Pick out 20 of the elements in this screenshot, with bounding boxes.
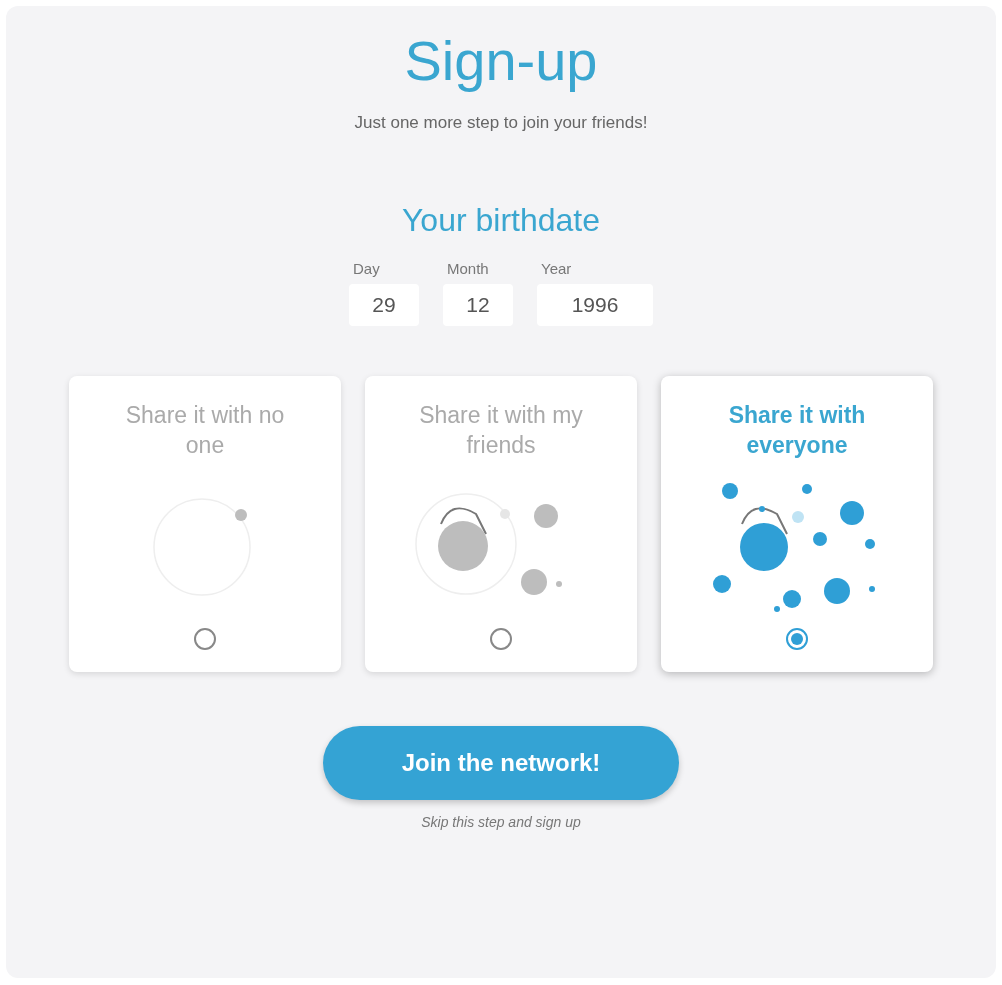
field-label: Day xyxy=(353,258,380,279)
radio-button[interactable] xyxy=(786,628,808,650)
subtitle: Just one more step to join your friends! xyxy=(354,112,648,134)
option-title: Share it with my friends xyxy=(418,401,584,460)
skip-link[interactable]: Skip this step and sign up xyxy=(421,812,581,833)
share-option-card[interactable]: Share it with no one xyxy=(69,376,341,672)
radio-button[interactable] xyxy=(490,628,512,650)
share-option-card[interactable]: Share it with my friends xyxy=(365,376,637,672)
date-field[interactable]: 12 xyxy=(443,284,513,326)
join-button[interactable]: Join the network! xyxy=(323,726,679,800)
share-option-card[interactable]: Share it with everyone xyxy=(661,376,933,672)
section-heading: Your birthdate xyxy=(401,200,601,240)
page-title: Sign-up xyxy=(404,28,598,94)
date-field[interactable]: 1996 xyxy=(537,284,653,326)
field-label: Year xyxy=(541,258,572,279)
radio-button[interactable] xyxy=(194,628,216,650)
option-title: Share it with everyone xyxy=(727,401,867,460)
option-title: Share it with no one xyxy=(124,401,286,460)
date-field[interactable]: 29 xyxy=(349,284,419,326)
field-label: Month xyxy=(447,258,489,279)
